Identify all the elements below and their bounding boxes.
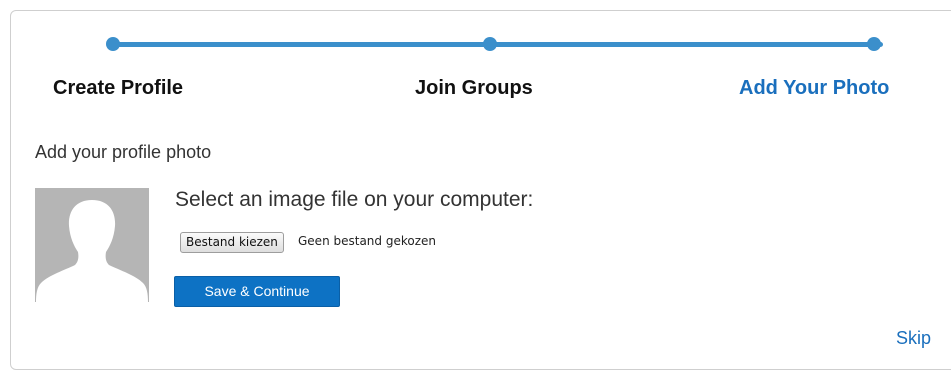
section-title: Add your profile photo xyxy=(35,142,212,162)
onboarding-card: Create Profile Join Groups Add Your Phot… xyxy=(10,10,951,370)
file-status-text: Geen bestand gekozen xyxy=(298,234,436,248)
choose-file-button[interactable]: Bestand kiezen xyxy=(180,232,284,253)
step-create-profile: Create Profile xyxy=(53,77,184,99)
step-1-dot xyxy=(106,37,120,51)
step-join-groups: Join Groups xyxy=(415,77,533,99)
step-add-your-photo: Add Your Photo xyxy=(739,77,890,99)
step-3-dot xyxy=(867,37,881,51)
skip-link[interactable]: Skip xyxy=(896,328,931,349)
user-silhouette-icon xyxy=(35,188,149,302)
save-continue-button[interactable]: Save & Continue xyxy=(174,276,340,307)
select-file-prompt: Select an image file on your computer: xyxy=(175,188,534,211)
step-2-dot xyxy=(483,37,497,51)
